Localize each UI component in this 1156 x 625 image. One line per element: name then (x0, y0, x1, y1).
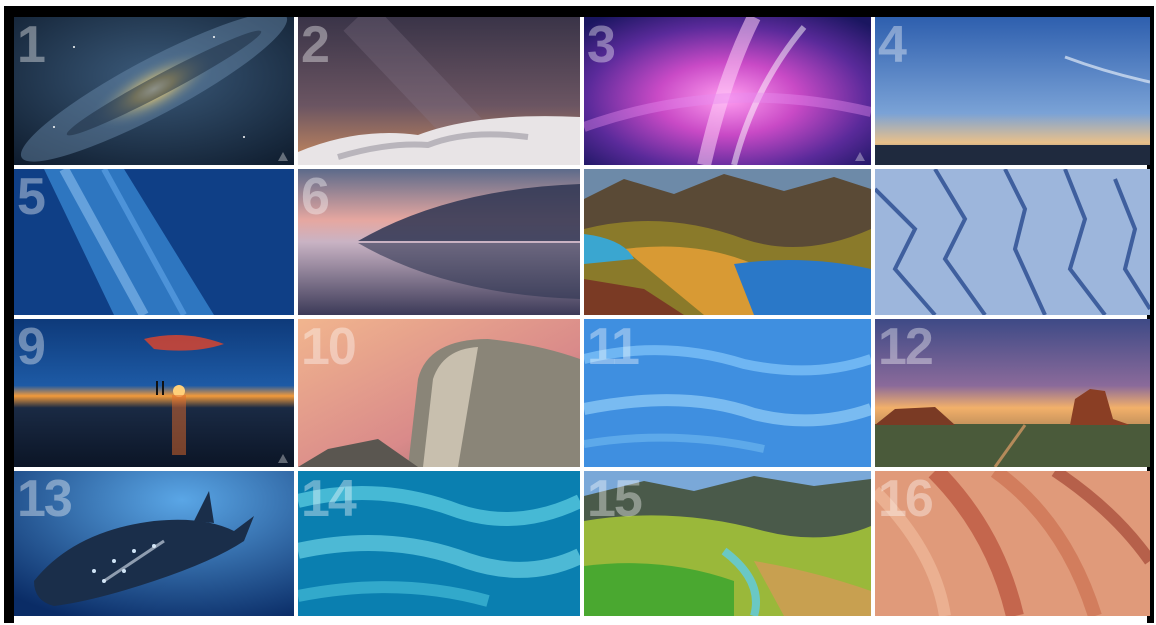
sunset-beach-image (14, 319, 294, 467)
wallpaper-number: 16 (878, 471, 934, 528)
wallpaper-number: 11 (587, 319, 640, 376)
wallpaper-number: 13 (17, 471, 73, 528)
wallpaper-thumbnail-3[interactable]: 3 (584, 17, 871, 165)
wallpaper-number: 14 (301, 471, 357, 528)
wallpaper-number: 1 (17, 17, 46, 74)
watermark-icon (855, 152, 865, 161)
wallpaper-grid-frame: 1 2 3 4 5 6 9 10 11 12 13 14 15 16 (4, 6, 1154, 623)
wallpaper-thumbnail-2[interactable]: 2 (298, 17, 580, 165)
wallpaper-number: 5 (17, 169, 46, 226)
wallpaper-number: 6 (301, 169, 330, 226)
wallpaper-number: 2 (301, 17, 330, 74)
water-drops-image (14, 169, 294, 315)
galaxy-image (14, 17, 294, 165)
mountain-valley-image (584, 169, 871, 315)
lake-reflection-image (298, 169, 580, 315)
wallpaper-number: 12 (878, 319, 934, 376)
watermark-icon (278, 454, 288, 463)
wallpaper-thumbnail-10[interactable]: 10 (298, 319, 580, 467)
wallpaper-thumbnail-9[interactable]: 9 (14, 319, 294, 467)
watermark-icon (278, 152, 288, 161)
wallpaper-number: 10 (301, 319, 357, 376)
wallpaper-number: 9 (17, 319, 46, 376)
milky-way-mountain-image (298, 17, 580, 165)
wallpaper-number: 15 (587, 471, 643, 528)
wallpaper-thumbnail-12[interactable]: 12 (875, 319, 1150, 467)
wallpaper-thumbnail-13[interactable]: 13 (14, 471, 294, 616)
aurora-image (584, 17, 871, 165)
wallpaper-thumbnail-16[interactable]: 16 (875, 471, 1150, 616)
wallpaper-thumbnail-15[interactable]: 15 (584, 471, 871, 616)
sky-horizon-image (875, 17, 1150, 165)
wallpaper-thumbnail-14[interactable]: 14 (298, 471, 580, 616)
icy-ridges-image (875, 169, 1150, 315)
wallpaper-thumbnail-1[interactable]: 1 (14, 17, 294, 165)
wallpaper-thumbnail-5[interactable]: 5 (14, 169, 294, 315)
wallpaper-number: 3 (587, 17, 616, 74)
wallpaper-thumbnail-7[interactable] (584, 169, 871, 315)
wallpaper-thumbnail-11[interactable]: 11 (584, 319, 871, 467)
wallpaper-thumbnail-4[interactable]: 4 (875, 17, 1150, 165)
wallpaper-thumbnail-6[interactable]: 6 (298, 169, 580, 315)
wallpaper-number: 4 (878, 17, 907, 74)
wallpaper-thumbnail-8[interactable] (875, 169, 1150, 315)
wallpaper-grid: 1 2 3 4 5 6 9 10 11 12 13 14 15 16 (14, 17, 1150, 623)
